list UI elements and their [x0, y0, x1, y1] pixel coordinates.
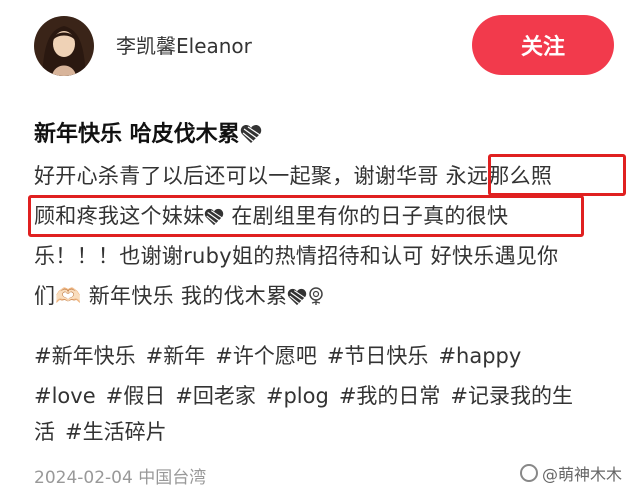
- tags-row-3: 活 #生活碎片: [34, 416, 177, 446]
- hashtag[interactable]: #回老家: [175, 384, 256, 408]
- post-title: 新年快乐 哈皮伐木累: [34, 116, 262, 150]
- flower-icon: [307, 286, 325, 311]
- avatar[interactable]: [34, 16, 94, 76]
- watermark-logo-icon: [520, 464, 538, 482]
- post-line-4-text: 们🫶🏻 新年快乐 我的伐木累: [34, 284, 288, 308]
- watermark-text: @萌神木木: [542, 465, 623, 484]
- post-line-3: 乐！！！也谢谢ruby姐的热情招待和认可 好快乐遇见你: [34, 244, 559, 268]
- highlight-box-2: [28, 195, 584, 237]
- hashtag[interactable]: #生活碎片: [65, 420, 167, 444]
- tags-row-2: #love #假日 #回老家 #plog #我的日常 #记录我的生: [34, 380, 583, 410]
- hashtag[interactable]: #节日快乐: [327, 344, 429, 368]
- post-title-text: 新年快乐 哈皮伐木累: [34, 122, 240, 147]
- post-location: 中国台湾: [138, 468, 207, 488]
- hashtag[interactable]: #许个愿吧: [215, 344, 317, 368]
- hashtag[interactable]: #新年快乐: [34, 344, 136, 368]
- highlight-box-1: [488, 154, 626, 196]
- post-line-1: 好开心杀青了以后还可以一起聚，谢谢华哥 永远那么照: [34, 164, 553, 188]
- hashtag[interactable]: #新年: [146, 344, 206, 368]
- post-meta: 2024-02-04 中国台湾: [34, 463, 206, 488]
- heart-icon: [287, 287, 307, 311]
- post-header: 李凯馨Eleanor 关注: [0, 0, 640, 100]
- hashtag[interactable]: #我的日常: [339, 384, 441, 408]
- tags-row-1: #新年快乐 #新年 #许个愿吧 #节日快乐 #happy: [34, 340, 531, 370]
- username[interactable]: 李凯馨Eleanor: [116, 30, 252, 59]
- hashtag[interactable]: #假日: [106, 384, 166, 408]
- hashtag[interactable]: #love: [34, 384, 96, 408]
- hashtag[interactable]: #plog: [266, 384, 329, 408]
- follow-button[interactable]: 关注: [472, 15, 614, 75]
- hashtag-continued[interactable]: 活: [34, 420, 55, 444]
- post-date: 2024-02-04: [34, 468, 133, 488]
- heart-icon: [240, 124, 262, 150]
- hashtag[interactable]: #记录我的生: [450, 384, 573, 408]
- watermark: @萌神木木: [520, 461, 622, 485]
- hashtag[interactable]: #happy: [438, 344, 521, 368]
- post-line-4: 们🫶🏻 新年快乐 我的伐木累: [34, 280, 325, 311]
